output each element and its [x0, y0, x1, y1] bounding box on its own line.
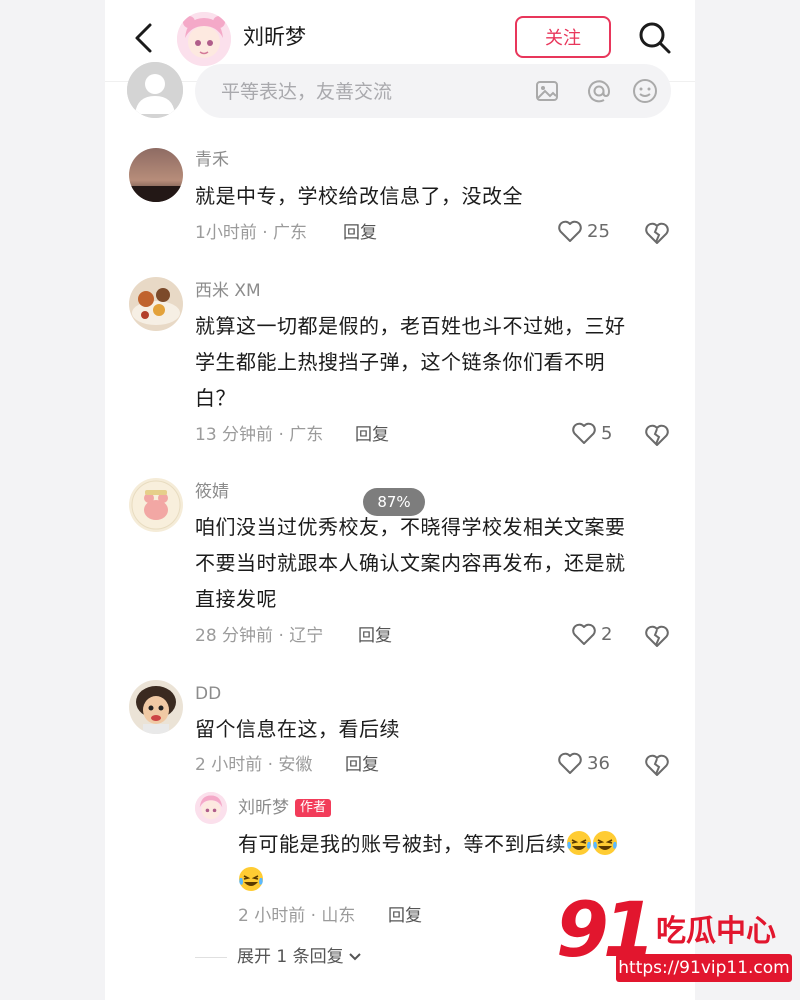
comment-input-placeholder: 平等表达，友善交流	[221, 81, 393, 103]
heart-icon	[572, 422, 596, 444]
commenter-name[interactable]: 青禾	[195, 148, 229, 172]
broken-heart-icon	[645, 754, 669, 776]
reply-avatar[interactable]	[195, 792, 227, 824]
like-count: 25	[587, 220, 610, 242]
mention-icon[interactable]	[585, 77, 613, 105]
dislike-button[interactable]	[643, 622, 671, 650]
author-name[interactable]: 刘昕梦	[243, 22, 306, 52]
like-button[interactable]: 36	[557, 751, 610, 775]
comment-text: 留个信息在这，看后续	[195, 711, 675, 747]
watermark-url: https://91vip11.com	[616, 954, 792, 982]
laughing-tears-emoji	[567, 831, 591, 855]
like-button[interactable]: 25	[557, 219, 610, 243]
reply-author-name: 刘昕梦	[238, 798, 289, 818]
broken-heart-icon	[645, 222, 669, 244]
commenter-name[interactable]: 筱婧	[195, 480, 229, 504]
reply-button[interactable]: 回复	[343, 221, 377, 245]
comment-line: 就算这一切都是假的，老百姓也斗不过她，三好	[195, 314, 626, 338]
chevron-down-icon	[348, 953, 361, 961]
comment-line: 就是中专，学校给改信息了，没改全	[195, 184, 523, 208]
like-button[interactable]: 2	[571, 622, 612, 646]
comment-input[interactable]: 平等表达，友善交流	[195, 64, 671, 118]
comment-line: 留个信息在这，看后续	[195, 717, 400, 741]
comment-page: 刘昕梦 关注 平等表达，友善交流 青禾 就是中专，学校给改信息了，没改全 1小时…	[105, 0, 695, 1000]
like-count: 36	[587, 752, 610, 774]
image-icon[interactable]	[533, 77, 561, 105]
heart-icon	[572, 623, 596, 645]
reply-button[interactable]: 回复	[358, 624, 392, 648]
broken-heart-icon	[645, 424, 669, 446]
comment-line: 白？	[195, 386, 236, 410]
heart-icon	[558, 220, 582, 242]
dislike-button[interactable]	[643, 421, 671, 449]
commenter-avatar[interactable]	[129, 148, 183, 202]
dislike-button[interactable]	[643, 219, 671, 247]
reply-meta: 2 小时前 · 山东	[238, 906, 356, 926]
comment-meta: 2 小时前 · 安徽	[195, 755, 313, 775]
comment-text: 就是中专，学校给改信息了，没改全	[195, 178, 675, 214]
emoji-icon[interactable]	[631, 77, 659, 105]
like-count: 5	[601, 422, 613, 444]
author-badge: 作者	[295, 799, 332, 817]
like-count: 2	[601, 623, 613, 645]
back-button[interactable]	[127, 20, 161, 56]
reply-name[interactable]: 刘昕梦 作者	[238, 796, 332, 820]
commenter-name[interactable]: DD	[195, 682, 221, 706]
expand-replies-button[interactable]: 展开 1 条回复	[237, 944, 362, 970]
comment-line: 咱们没当过优秀校友，不晓得学校发相关文案要	[195, 515, 626, 539]
broken-heart-icon	[645, 625, 669, 647]
commenter-name[interactable]: 西米 XM	[195, 279, 261, 303]
expand-divider	[195, 957, 227, 958]
comment-meta: 1小时前 · 广东	[195, 223, 308, 243]
laughing-tears-emoji	[593, 831, 617, 855]
comment-line: 学生都能上热搜挡子弹，这个链条你们看不明	[195, 350, 605, 374]
laughing-tears-emoji	[239, 867, 263, 891]
search-icon	[639, 22, 671, 54]
heart-icon	[558, 752, 582, 774]
search-button[interactable]	[635, 18, 675, 58]
comment-text: 就算这一切都是假的，老百姓也斗不过她，三好 学生都能上热搜挡子弹，这个链条你们看…	[195, 308, 675, 416]
zoom-indicator: 87%	[363, 488, 425, 516]
comment-meta: 13 分钟前 · 广东	[195, 425, 324, 445]
commenter-avatar[interactable]	[129, 277, 183, 331]
author-avatar[interactable]	[177, 12, 231, 66]
my-avatar	[127, 62, 183, 118]
follow-button[interactable]: 关注	[515, 16, 611, 58]
reply-button[interactable]: 回复	[345, 753, 379, 777]
comment-line: 直接发呢	[195, 587, 277, 611]
comment-meta: 28 分钟前 · 辽宁	[195, 626, 324, 646]
watermark-logo: 91 吃瓜中心 https://91vip11.com	[556, 890, 796, 990]
reply-button[interactable]: 回复	[388, 904, 422, 928]
dislike-button[interactable]	[643, 751, 671, 779]
like-button[interactable]: 5	[571, 421, 612, 445]
chevron-left-icon	[135, 23, 152, 53]
expand-replies-label: 展开 1 条回复	[237, 947, 344, 967]
comment-text: 咱们没当过优秀校友，不晓得学校发相关文案要 不要当时就跟本人确认文案内容再发布，…	[195, 509, 675, 617]
reply-text-content: 有可能是我的账号被封，等不到后续	[238, 832, 566, 856]
comment-line: 不要当时就跟本人确认文案内容再发布，还是就	[195, 551, 626, 575]
commenter-avatar[interactable]	[129, 478, 183, 532]
commenter-avatar[interactable]	[129, 680, 183, 734]
reply-button[interactable]: 回复	[355, 423, 389, 447]
watermark-brand: 吃瓜中心	[656, 914, 776, 949]
